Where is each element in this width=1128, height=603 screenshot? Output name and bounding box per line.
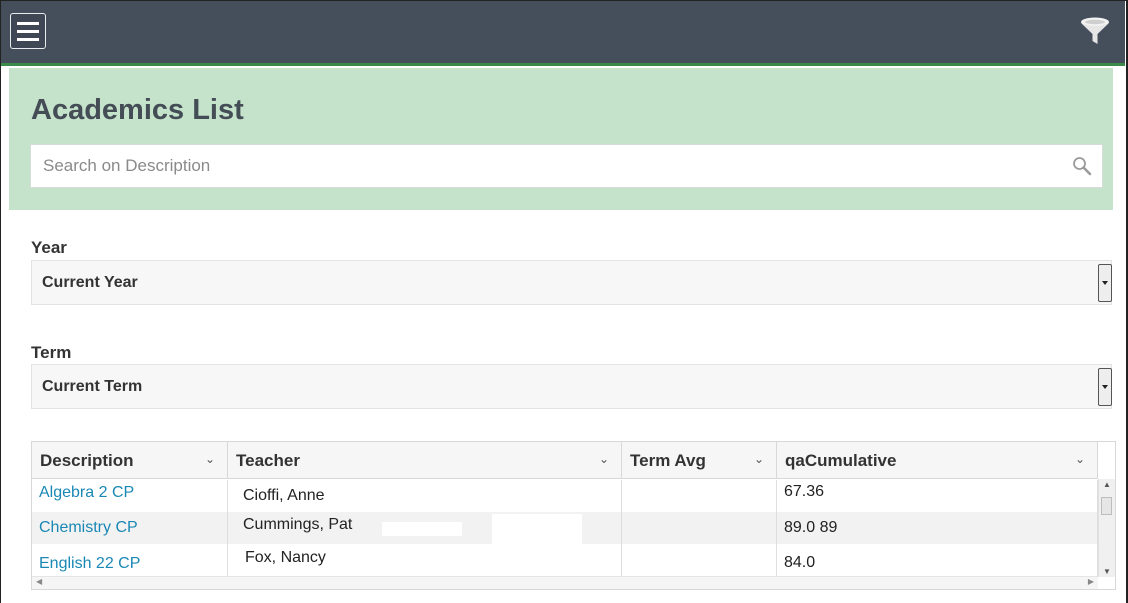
term-select[interactable]: Current Term — [31, 364, 1112, 409]
teacher-cell: Fox, Nancy — [228, 544, 622, 576]
scroll-left-icon[interactable]: ◀ — [36, 577, 42, 586]
column-header-term-avg[interactable]: Term Avg ⌄ — [622, 442, 777, 479]
hamburger-menu-icon[interactable] — [10, 13, 46, 49]
year-select[interactable]: Current Year — [31, 260, 1112, 305]
cumulative-cell: 67.36 — [777, 480, 1098, 512]
term-avg-cell — [622, 480, 777, 512]
description-cell[interactable]: English 22 CP — [32, 544, 228, 576]
cumulative-cell: 89.0 89 — [777, 512, 1098, 544]
top-toolbar — [1, 1, 1125, 66]
academics-grid: Description ⌄ Teacher ⌄ Term Avg ⌄ qaCum… — [31, 441, 1116, 590]
search-input[interactable] — [31, 145, 1031, 187]
magnifier-icon[interactable] — [1072, 156, 1092, 176]
teacher-cell: Cioffi, Anne — [228, 480, 622, 512]
term-selected-value: Current Term — [42, 378, 143, 395]
page-header: Academics List — [9, 68, 1113, 210]
table-row[interactable]: English 22 CP Fox, Nancy 84.0 — [32, 544, 1098, 576]
horizontal-scrollbar[interactable]: ◀ ▶ — [32, 576, 1098, 589]
term-avg-cell — [622, 512, 777, 544]
search-box — [30, 144, 1103, 188]
redaction-mark — [382, 522, 462, 536]
grid-header: Description ⌄ Teacher ⌄ Term Avg ⌄ qaCum… — [32, 442, 1098, 479]
course-link[interactable]: Chemistry CP — [39, 519, 138, 536]
year-label: Year — [31, 238, 67, 257]
column-header-teacher[interactable]: Teacher ⌄ — [228, 442, 622, 479]
chevron-down-icon[interactable] — [1098, 264, 1112, 302]
course-link[interactable]: English 22 CP — [39, 555, 140, 572]
scroll-up-icon[interactable]: ▲ — [1103, 480, 1111, 489]
course-link[interactable]: Algebra 2 CP — [39, 484, 134, 501]
description-cell[interactable]: Algebra 2 CP — [32, 480, 228, 512]
funnel-filter-icon[interactable] — [1079, 15, 1111, 47]
scroll-down-icon[interactable]: ▼ — [1103, 567, 1111, 576]
column-header-description[interactable]: Description ⌄ — [32, 442, 228, 479]
chevron-down-icon[interactable]: ⌄ — [205, 452, 215, 466]
scroll-right-icon[interactable]: ▶ — [1088, 577, 1094, 586]
page-title: Academics List — [31, 94, 244, 126]
year-selected-value: Current Year — [42, 274, 138, 291]
term-label: Term — [31, 343, 72, 362]
vertical-scrollbar[interactable]: ▲ ▼ — [1098, 479, 1115, 577]
term-avg-cell — [622, 544, 777, 576]
chevron-down-icon[interactable]: ⌄ — [599, 452, 609, 466]
column-header-qacumulative[interactable]: qaCumulative ⌄ — [777, 442, 1098, 479]
chevron-down-icon[interactable] — [1098, 368, 1112, 406]
chevron-down-icon[interactable]: ⌄ — [1075, 452, 1085, 466]
grid-body: Algebra 2 CP Cioffi, Anne 67.36 Chemistr… — [32, 480, 1098, 577]
redaction-mark — [492, 514, 582, 544]
description-cell[interactable]: Chemistry CP — [32, 512, 228, 544]
scroll-thumb[interactable] — [1101, 497, 1112, 515]
chevron-down-icon[interactable]: ⌄ — [754, 452, 764, 466]
table-row[interactable]: Algebra 2 CP Cioffi, Anne 67.36 — [32, 480, 1098, 512]
cumulative-cell: 84.0 — [777, 544, 1098, 576]
